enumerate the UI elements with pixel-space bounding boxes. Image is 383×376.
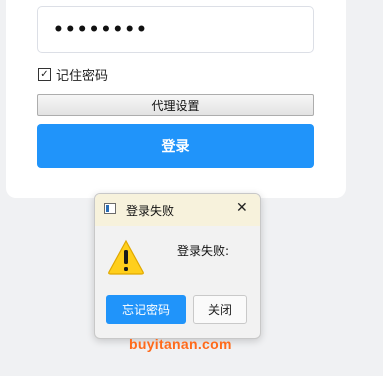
dialog-message: 登录失败: [177, 244, 230, 258]
app-window-icon [104, 203, 116, 214]
proxy-settings-label: 代理设置 [151, 98, 200, 113]
forget-password-button[interactable]: 忘记密码 [106, 295, 186, 324]
login-button[interactable]: 登录 [37, 124, 314, 168]
dialog-title: 登录失败 [126, 204, 175, 218]
warning-icon [108, 239, 144, 275]
remember-password-label: 记住密码 [56, 69, 109, 84]
password-value: •••••••• [53, 19, 148, 40]
proxy-settings-button[interactable]: 代理设置 [37, 94, 314, 116]
close-button[interactable]: 关闭 [193, 295, 247, 324]
close-button-label: 关闭 [207, 303, 232, 317]
password-field[interactable]: •••••••• [37, 6, 314, 53]
login-failed-dialog: 登录失败 ✕ 登录失败: 忘记密码 关闭 [94, 193, 261, 339]
login-window: •••••••• ✓ 记住密码 代理设置 登录 登录失败 ✕ 登录失败: 忘记密… [0, 0, 383, 376]
dialog-titlebar: 登录失败 ✕ [95, 194, 260, 226]
close-icon[interactable]: ✕ [236, 200, 248, 216]
login-button-label: 登录 [161, 139, 190, 155]
watermark-text: buyitanan.com [129, 336, 232, 352]
checkbox-icon[interactable]: ✓ [38, 68, 51, 81]
forget-password-label: 忘记密码 [121, 303, 170, 317]
remember-password-checkbox[interactable]: ✓ 记住密码 [38, 65, 108, 84]
